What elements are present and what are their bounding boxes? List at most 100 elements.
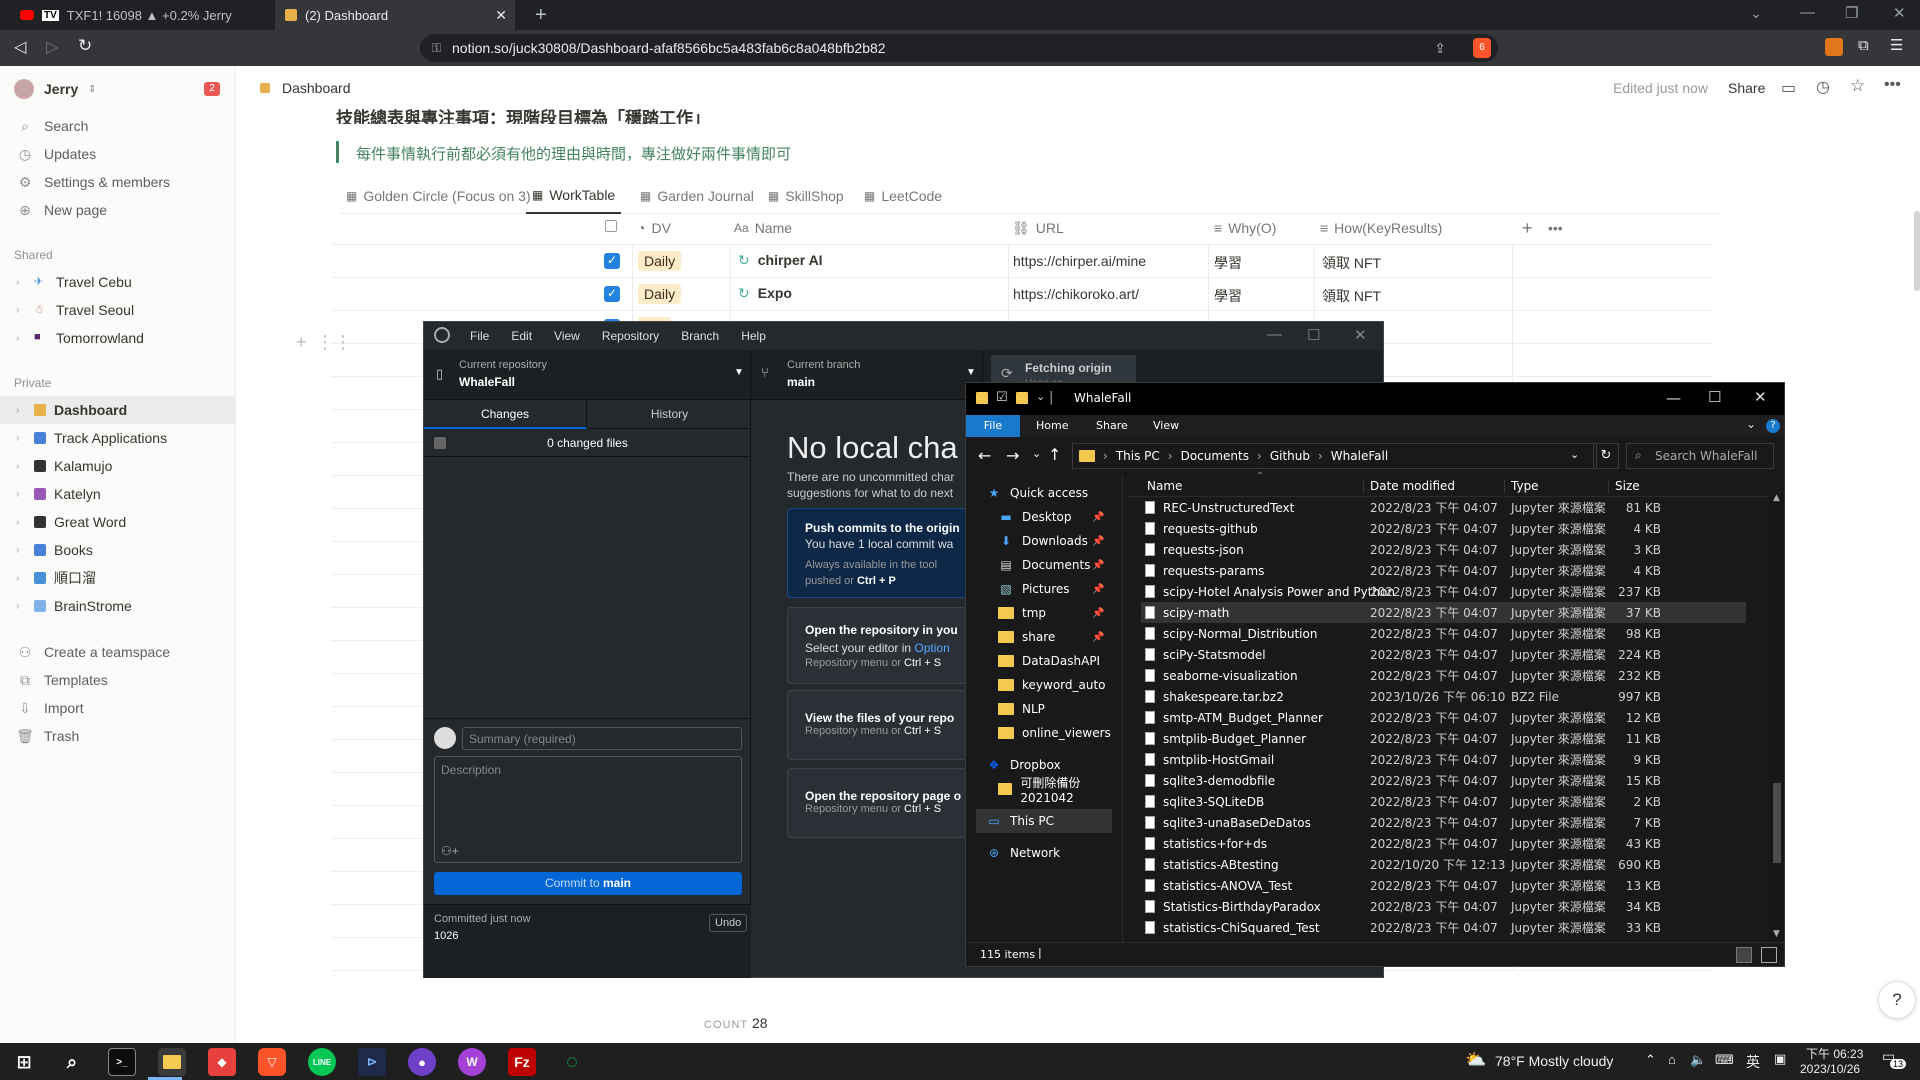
back-arrow-icon[interactable]: ← (978, 446, 991, 465)
table-row[interactable]: Daily ↻ Expo https://chikoroko.art/學習 領取 NFT (332, 278, 1712, 311)
refresh-icon[interactable]: ↻ (1593, 443, 1619, 469)
filezilla-icon[interactable]: Fz (508, 1048, 536, 1076)
chevron-right-icon[interactable]: › (16, 405, 26, 416)
chevron-right-icon[interactable]: › (16, 601, 26, 612)
tray-chevron-icon[interactable]: ⌃ (1645, 1052, 1656, 1068)
gh-minimize-button[interactable]: — (1267, 326, 1282, 343)
minimize-button[interactable]: — (1800, 4, 1815, 21)
chevron-right-icon[interactable]: › (16, 461, 26, 472)
file-row[interactable]: requests-json 2022/8/23 下午 04:07 Jupyter 來… (1141, 539, 1746, 560)
chevron-right-icon[interactable]: › (16, 305, 26, 316)
file-row[interactable]: smtplib-Budget_Planner 2022/8/23 下午 04:07… (1141, 728, 1746, 749)
clock-time[interactable]: 下午 06:23 (1806, 1045, 1863, 1062)
menu-icon[interactable]: ☰ (1890, 36, 1903, 54)
gh-menu-help[interactable]: Help (741, 329, 766, 343)
chevron-right-icon[interactable]: › (16, 545, 26, 556)
metamask-icon[interactable] (1825, 38, 1843, 56)
history-icon[interactable]: ◷ (1816, 77, 1830, 97)
add-column-button[interactable]: + (1522, 212, 1533, 244)
tab-dashboard[interactable]: (2) Dashboard ✕ (275, 0, 515, 30)
close-tab-icon[interactable]: ✕ (495, 7, 507, 24)
file-row[interactable]: statistics-ChiSquared_Test 2022/8/23 下午 0… (1141, 917, 1746, 938)
sidebar-page-private[interactable]: › 順口溜 (0, 564, 235, 592)
row-url[interactable]: https://chikoroko.art/ (1013, 286, 1139, 302)
row-name[interactable]: ↻ Expo (738, 285, 792, 302)
commit-button[interactable]: Commit to main (434, 872, 742, 895)
back-button[interactable]: ◁ (14, 37, 26, 57)
row-url[interactable]: https://chirper.ai/mine (1013, 253, 1146, 269)
column-name[interactable]: Aa Name (734, 212, 792, 244)
workspace-switcher[interactable]: Jerry ⇕ 2 (0, 66, 235, 112)
current-repository-picker[interactable]: ▯ Current repository WhaleFall ▼ (424, 350, 751, 400)
sidebar-page-private[interactable]: › Dashboard (0, 396, 235, 424)
chevron-right-icon[interactable]: › (16, 333, 26, 344)
vscode-icon[interactable]: ⊳ (358, 1048, 386, 1076)
sidebar-item-settings-members[interactable]: ⚙ Settings & members (0, 168, 235, 196)
github-desktop-taskbar-icon[interactable]: ● (408, 1048, 436, 1076)
tab-history[interactable]: History (588, 400, 751, 429)
table-row[interactable]: Daily ↻ chirper AI https://chirper.ai/mine 學… (332, 245, 1712, 278)
chevron-right-icon[interactable]: › (16, 433, 26, 444)
ribbon-expand-icon[interactable]: ⌄ (1746, 417, 1756, 431)
ex-minimize-button[interactable]: — (1666, 389, 1681, 407)
file-row[interactable]: scipy-Hotel Analysis Power and Python 202… (1141, 581, 1746, 602)
column-why[interactable]: ≡ Why(O) (1214, 212, 1276, 244)
path-segment[interactable]: Documents (1181, 449, 1249, 463)
file-explorer-taskbar-icon[interactable] (158, 1048, 186, 1076)
view-tab[interactable]: ▦ SkillShop (762, 178, 850, 214)
sidebar-item-trash[interactable]: 🗑 Trash (0, 722, 235, 750)
sidebar-item-updates[interactable]: ◷ Updates (0, 140, 235, 168)
start-button[interactable]: ⊞ (10, 1048, 38, 1076)
address-path[interactable]: › This PC › Documents › Github › WhaleFall (1072, 443, 1597, 469)
chevron-right-icon[interactable]: › (16, 489, 26, 500)
ime-indicator[interactable]: 英 (1746, 1052, 1760, 1072)
sidebar-page-private[interactable]: › Track Applications (0, 424, 235, 452)
keyboard-icon[interactable]: ⌨ (1715, 1052, 1734, 1068)
line-app-icon[interactable]: LINE (308, 1048, 336, 1076)
file-row[interactable]: Statistics-BirthdayParadox 2022/8/23 下午 0… (1141, 896, 1746, 917)
file-row[interactable]: smtplib-HostGmail 2022/8/23 下午 04:07 Jupyt… (1141, 749, 1746, 770)
clock-date[interactable]: 2023/10/26 (1800, 1062, 1860, 1076)
sidebar-page-private[interactable]: › Books (0, 536, 235, 564)
file-row[interactable]: sqlite3-SQLiteDB 2022/8/23 下午 04:07 Jupyte… (1141, 791, 1746, 812)
sidebar-item-import[interactable]: ⇩ Import (0, 694, 235, 722)
forward-arrow-icon[interactable]: → (1006, 446, 1019, 465)
current-branch-picker[interactable]: ⑂ Current branch main ▼ (751, 350, 983, 400)
chevron-right-icon[interactable]: › (16, 573, 26, 584)
close-window-button[interactable]: ✕ (1893, 4, 1906, 22)
column-url[interactable]: ⛓ URL (1012, 212, 1064, 244)
file-row[interactable]: sciPy-Statsmodel 2022/8/23 下午 04:07 Jupyte… (1141, 644, 1746, 665)
col-size[interactable]: Size (1608, 479, 1640, 493)
done-checkbox[interactable] (604, 286, 620, 302)
ribbon-file[interactable]: File (966, 415, 1020, 437)
site-info-icon[interactable]: ⚿ (432, 41, 441, 56)
brave-shields-icon[interactable]: 6 (1473, 38, 1491, 58)
file-row[interactable]: requests-github 2022/8/23 下午 04:07 Jupyter… (1141, 518, 1746, 539)
page-scrollbar[interactable] (1914, 211, 1920, 291)
terminal-icon[interactable]: >_ (108, 1048, 136, 1076)
up-arrow-icon[interactable]: ↑ (1048, 445, 1061, 464)
tab-search-icon[interactable]: ⌄ (1750, 5, 1762, 22)
sidebar-item-templates[interactable]: ⧉ Templates (0, 666, 235, 694)
file-row[interactable]: requests-params 2022/8/23 下午 04:07 Jupyter… (1141, 560, 1746, 581)
sidebar-page-private[interactable]: › Katelyn (0, 480, 235, 508)
summary-input[interactable]: Summary (required) (462, 727, 742, 750)
help-icon[interactable]: ? (1766, 419, 1780, 433)
extensions-icon[interactable]: ⧉ (1858, 37, 1869, 54)
col-type[interactable]: Type (1504, 479, 1539, 493)
weather-text[interactable]: 78°F Mostly cloudy (1495, 1053, 1613, 1069)
sidebar-page-private[interactable]: › BrainStrome (0, 592, 235, 620)
gh-menu-repository[interactable]: Repository (602, 329, 659, 343)
file-row[interactable]: sqlite3-unaBaseDeDatos 2022/8/23 下午 04:07… (1141, 812, 1746, 833)
new-tab-button[interactable]: + (525, 0, 557, 30)
gh-menu-file[interactable]: File (470, 329, 489, 343)
chevron-right-icon[interactable]: › (1318, 449, 1323, 463)
sidebar-page-shared[interactable]: › ■ Tomorrowland (0, 324, 235, 352)
ex-close-button[interactable]: ✕ (1754, 388, 1767, 406)
quick-access-dropdown-icon[interactable]: ⌄ (1036, 390, 1045, 403)
large-icons-view-icon[interactable] (1761, 947, 1777, 963)
loading-circle-icon[interactable]: ◌ (558, 1048, 586, 1076)
ex-maximize-button[interactable]: ☐ (1708, 388, 1721, 406)
scroll-up-icon[interactable]: ▲ (1773, 493, 1780, 503)
checkbox-icon[interactable]: ☑ (996, 390, 1008, 405)
